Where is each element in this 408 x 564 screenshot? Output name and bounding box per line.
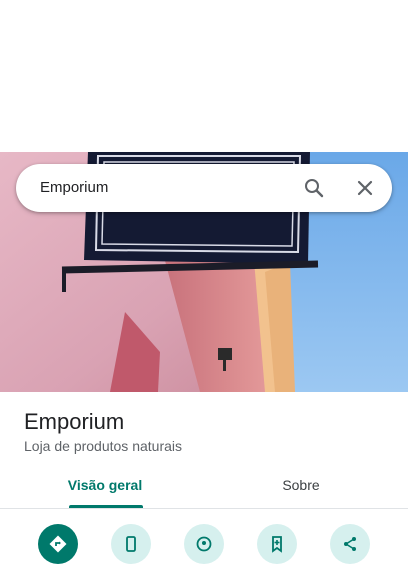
map-blank-area [0, 0, 408, 152]
directions-button[interactable] [38, 524, 78, 564]
tab-overview[interactable]: Visão geral [40, 468, 170, 508]
close-icon[interactable] [353, 176, 377, 200]
share-button[interactable] [330, 524, 370, 564]
tab-bar: Visão geral Sobre [0, 468, 408, 509]
call-button[interactable] [111, 524, 151, 564]
save-button[interactable] [257, 524, 297, 564]
search-input[interactable]: Emporium [40, 164, 108, 212]
search-bar[interactable]: Emporium [16, 164, 392, 212]
directions-icon [49, 535, 67, 553]
place-category: Loja de produtos naturais [24, 438, 182, 454]
place-name: Emporium [24, 409, 125, 434]
save-icon [272, 536, 282, 553]
nearby-icon [196, 536, 212, 552]
selected-tab-indicator [69, 505, 143, 508]
tab-about[interactable]: Sobre [236, 468, 366, 508]
share-icon [344, 537, 356, 551]
nearby-button[interactable] [184, 524, 224, 564]
phone-icon [126, 536, 136, 552]
search-icon[interactable] [302, 176, 326, 200]
